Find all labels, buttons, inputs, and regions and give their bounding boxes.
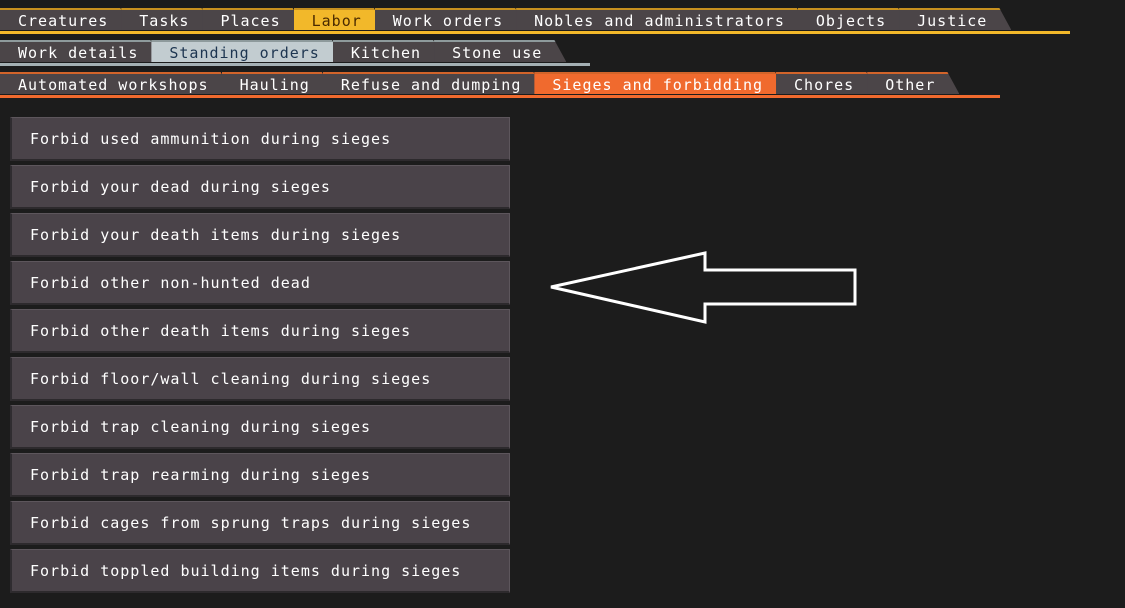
tab-hauling[interactable]: Hauling [222, 72, 334, 94]
main-tab-underline [0, 31, 1070, 34]
labor-tab-underline [0, 63, 590, 66]
left-arrow-annotation [550, 251, 857, 324]
main-tab-bar: Creatures Tasks Places Labor Work orders… [0, 8, 1000, 30]
tab-automated-workshops[interactable]: Automated workshops [0, 72, 233, 94]
tab-justice[interactable]: Justice [899, 8, 1011, 30]
tab-work-orders[interactable]: Work orders [375, 8, 527, 30]
tab-stone-use[interactable]: Stone use [434, 40, 566, 62]
tab-chores[interactable]: Chores [776, 72, 878, 94]
standing-orders-list: Forbid used ammunition during sieges For… [10, 117, 510, 597]
tab-objects[interactable]: Objects [798, 8, 910, 30]
tab-kitchen[interactable]: Kitchen [333, 40, 445, 62]
tab-nobles-and-administrators[interactable]: Nobles and administrators [516, 8, 809, 30]
tab-work-details[interactable]: Work details [0, 40, 162, 62]
order-button[interactable]: Forbid trap rearming during sieges [10, 453, 510, 497]
standing-orders-tab-bar: Automated workshops Hauling Refuse and d… [0, 72, 948, 94]
order-button[interactable]: Forbid your dead during sieges [10, 165, 510, 209]
tab-other[interactable]: Other [867, 72, 959, 94]
tab-standing-orders[interactable]: Standing orders [151, 40, 343, 62]
order-button[interactable]: Forbid used ammunition during sieges [10, 117, 510, 161]
labor-tab-bar: Work details Standing orders Kitchen Sto… [0, 40, 555, 62]
tab-labor[interactable]: Labor [294, 8, 386, 30]
tab-tasks[interactable]: Tasks [121, 8, 213, 30]
order-button[interactable]: Forbid cages from sprung traps during si… [10, 501, 510, 545]
standing-orders-tab-underline [0, 95, 1000, 98]
order-button[interactable]: Forbid trap cleaning during sieges [10, 405, 510, 449]
order-button[interactable]: Forbid other non-hunted dead [10, 261, 510, 305]
tab-sieges-and-forbidding[interactable]: Sieges and forbidding [534, 72, 787, 94]
tab-creatures[interactable]: Creatures [0, 8, 132, 30]
tab-refuse-and-dumping[interactable]: Refuse and dumping [323, 72, 546, 94]
order-button[interactable]: Forbid other death items during sieges [10, 309, 510, 353]
order-button[interactable]: Forbid your death items during sieges [10, 213, 510, 257]
tab-places[interactable]: Places [202, 8, 304, 30]
order-button[interactable]: Forbid toppled building items during sie… [10, 549, 510, 593]
order-button[interactable]: Forbid floor/wall cleaning during sieges [10, 357, 510, 401]
